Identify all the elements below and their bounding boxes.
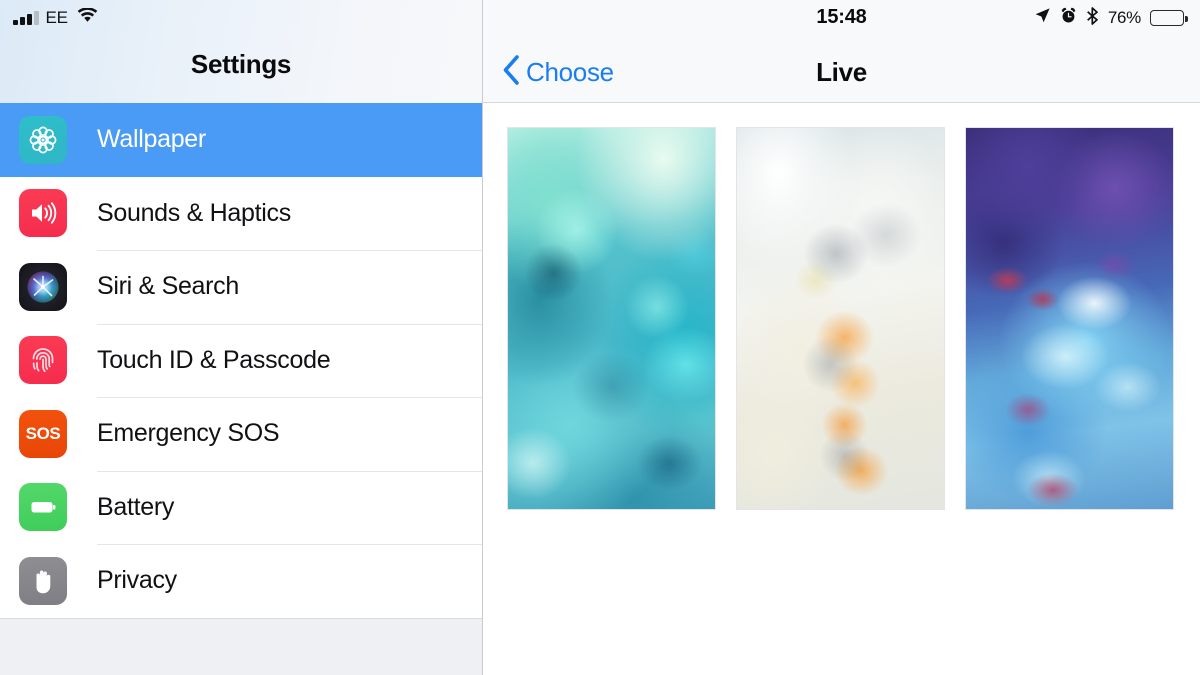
sidebar-item-label: Battery (97, 492, 175, 521)
navigation-bar: Choose Live (483, 42, 1200, 103)
siri-orb-icon (19, 262, 67, 311)
sidebar-item-siri-search[interactable]: Siri & Search (0, 250, 482, 324)
sidebar-item-label: Touch ID & Passcode (97, 345, 331, 374)
sidebar-item-label: Privacy (97, 566, 177, 595)
battery-icon (19, 483, 67, 532)
location-arrow-icon (1034, 7, 1051, 29)
sidebar-item-sounds-haptics[interactable]: Sounds & Haptics (0, 176, 482, 250)
sidebar-item-label: Emergency SOS (97, 419, 280, 448)
wifi-icon (77, 7, 98, 28)
sidebar-item-emergency-sos[interactable]: SOS Emergency SOS (0, 397, 482, 471)
sidebar-item-label: Sounds & Haptics (97, 198, 291, 227)
sidebar-section-gap (0, 617, 482, 675)
battery-icon (1150, 10, 1188, 26)
settings-sidebar: EE Settings Wallpaper Sounds & Haptics S… (0, 0, 483, 675)
sos-icon: SOS (19, 409, 67, 458)
sidebar-item-touch-id-passcode[interactable]: Touch ID & Passcode (0, 323, 482, 397)
back-button[interactable]: Choose (502, 55, 614, 90)
chevron-left-icon (502, 55, 520, 90)
speaker-icon (19, 189, 67, 238)
sidebar-item-privacy[interactable]: Privacy (0, 544, 482, 618)
wallpaper-detail-pane: 15:48 76% Choose Live (483, 0, 1200, 675)
sidebar-item-wallpaper[interactable]: Wallpaper (0, 103, 482, 177)
sidebar-item-label: Siri & Search (97, 272, 239, 301)
sidebar-header: EE Settings (0, 0, 482, 103)
wallpaper-thumbnail-white-cream-smoke[interactable] (736, 127, 945, 510)
carrier-label: EE (45, 8, 68, 27)
sidebar-item-label: Wallpaper (97, 125, 206, 154)
cellular-bars-icon (13, 11, 39, 25)
ipad-settings-screen: EE Settings Wallpaper Sounds & Haptics S… (0, 0, 1200, 675)
wallpaper-thumbnail-purple-blue-ink[interactable] (965, 127, 1174, 510)
sidebar-item-battery[interactable]: Battery (0, 470, 482, 544)
battery-percent-label: 76% (1107, 8, 1141, 27)
status-bar-left: EE (13, 7, 98, 29)
back-button-label: Choose (526, 57, 614, 87)
wallpaper-flower-icon (19, 115, 67, 164)
fingerprint-icon (19, 336, 67, 385)
main-header: 15:48 76% Choose Live (483, 0, 1200, 103)
hand-icon (19, 556, 67, 605)
alarm-clock-icon (1060, 7, 1077, 29)
wallpaper-grid (483, 103, 1200, 675)
bluetooth-icon (1086, 6, 1099, 30)
settings-list: Wallpaper Sounds & Haptics Siri & Search… (0, 103, 482, 675)
wallpaper-thumbnail-teal-green-ink[interactable] (507, 127, 716, 510)
sidebar-title: Settings (190, 49, 292, 79)
status-bar-right: 76% (1034, 6, 1188, 30)
